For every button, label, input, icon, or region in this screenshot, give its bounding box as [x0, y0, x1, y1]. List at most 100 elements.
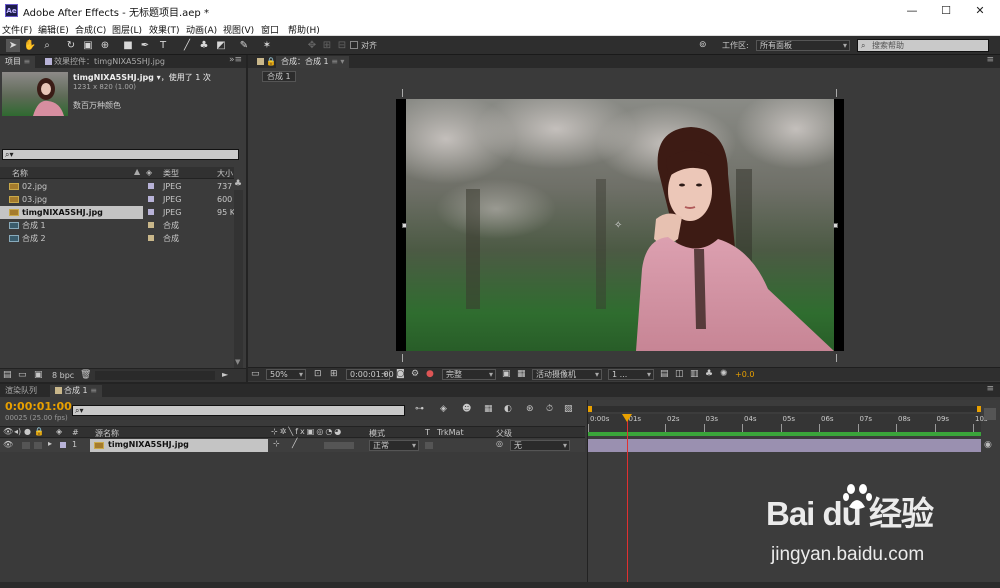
zoom-tool-icon[interactable]: ⌕	[40, 39, 54, 52]
align-checkbox[interactable]	[350, 41, 358, 49]
camera-tool-icon[interactable]: ▣	[81, 39, 95, 52]
workspace-dropdown[interactable]: 所有面板	[756, 40, 850, 51]
layer-shy-icon[interactable]: ⊹	[273, 439, 280, 448]
fit-icon[interactable]: ⊡	[314, 369, 322, 379]
label-color[interactable]	[148, 183, 154, 189]
timeline-zoom-handle[interactable]	[984, 408, 996, 420]
interpret-footage-icon[interactable]: ▤	[3, 370, 12, 380]
axis-world-icon[interactable]: ⊞	[320, 39, 334, 52]
project-scrollbar[interactable]	[234, 190, 243, 368]
label-color[interactable]	[148, 209, 154, 215]
new-folder-icon[interactable]: ▭	[18, 370, 27, 380]
column-parent[interactable]: 父级	[496, 428, 512, 439]
hand-tool-icon[interactable]: ✋	[23, 39, 37, 52]
menu-composition[interactable]: 合成(C)	[75, 23, 106, 36]
vr-glasses-icon[interactable]: ⊚	[699, 40, 713, 50]
snapshot-camera-icon[interactable]: ◙	[396, 369, 405, 379]
menu-view[interactable]: 视图(V)	[223, 23, 254, 36]
label-color[interactable]	[148, 235, 154, 241]
draft-3d-icon[interactable]: ◈	[440, 404, 447, 414]
zoom-dropdown[interactable]: 50%	[266, 369, 306, 380]
layer-visibility-icon[interactable]: 👁	[3, 440, 13, 449]
lock-icon[interactable]: 🔒	[34, 427, 44, 436]
auto-keyframe-icon[interactable]: ⏱	[546, 404, 553, 414]
camera-dropdown[interactable]: 活动摄像机	[532, 369, 602, 380]
close-button[interactable]: ✕	[964, 0, 996, 21]
column-size[interactable]: 大小	[217, 168, 233, 179]
time-ruler[interactable]: 0:00s 01s 02s 03s 04s 05s 06s 07s 08s 09s 10s	[588, 414, 988, 432]
axis-view-icon[interactable]: ⊟	[335, 39, 349, 52]
timeline-search-input[interactable]: ⌕▾	[72, 405, 405, 416]
comp-mini-flowchart-icon[interactable]: ⊶	[415, 404, 424, 414]
menu-layer[interactable]: 图层(L)	[112, 23, 142, 36]
trash-icon[interactable]: 🗑	[80, 370, 91, 380]
list-item[interactable]: 02.jpg JPEG 737	[0, 180, 234, 193]
column-source-name[interactable]: 源名称	[95, 428, 119, 439]
graph-editor-icon[interactable]: ⊛	[526, 404, 534, 414]
list-item[interactable]: 03.jpg JPEG 600	[0, 193, 234, 206]
layer-label-color[interactable]	[60, 442, 66, 448]
resolution-dropdown[interactable]: 完整	[442, 369, 496, 380]
current-time-field[interactable]: 0:00:01:00	[346, 369, 394, 380]
bpc-label[interactable]: 8 bpc	[52, 371, 74, 380]
rotate-tool-icon[interactable]: ↻	[64, 39, 78, 52]
preserve-transparency-toggle[interactable]	[425, 442, 433, 449]
column-name[interactable]: 名称	[12, 168, 28, 179]
column-type[interactable]: 类型	[163, 168, 179, 179]
always-preview-icon[interactable]: ▭	[251, 369, 260, 379]
list-item[interactable]: 合成 1 合成	[0, 219, 234, 232]
layer-parent-dropdown[interactable]: 无	[510, 440, 570, 451]
label-tag-icon[interactable]: ◈	[56, 427, 62, 436]
toggle-pixel-icon[interactable]: ▤	[660, 369, 669, 379]
show-snapshot-icon[interactable]: ⚙	[411, 369, 419, 379]
roto-brush-tool-icon[interactable]: ✎	[237, 39, 251, 52]
playhead-line[interactable]	[626, 414, 628, 588]
flowchart-icon[interactable]: ♣	[705, 369, 713, 379]
list-item-selected[interactable]: timgNIXA5SHJ.jpg JPEG 95 K	[0, 206, 235, 219]
rectangle-tool-icon[interactable]: ■	[121, 39, 135, 52]
playhead-marker[interactable]	[621, 414, 632, 422]
pick-whip-icon[interactable]: ◎	[496, 439, 503, 448]
minimize-button[interactable]: —	[896, 0, 928, 21]
work-area-bar[interactable]	[588, 406, 981, 412]
scroll-down-icon[interactable]: ▼	[235, 358, 240, 366]
work-area-end[interactable]	[977, 406, 981, 412]
layer-switches[interactable]	[324, 442, 354, 449]
scroll-right-icon[interactable]: ►	[222, 370, 228, 379]
exposure-icon[interactable]: ✺	[720, 369, 728, 379]
column-trkmat[interactable]: TrkMat	[437, 428, 464, 437]
clone-stamp-tool-icon[interactable]: ♣	[197, 39, 211, 52]
list-item[interactable]: 合成 2 合成	[0, 232, 234, 245]
fast-preview-icon[interactable]: ◫	[675, 369, 684, 379]
new-composition-icon[interactable]: ▣	[34, 370, 43, 380]
channels-icon[interactable]: ●	[426, 369, 434, 379]
timeline-current-time[interactable]: 0:00:01:00	[5, 400, 72, 413]
exposure-value[interactable]: +0.0	[735, 370, 754, 379]
panel-menu-icon[interactable]: »≡	[229, 55, 242, 65]
layer-quality-icon[interactable]: ╱	[292, 439, 297, 449]
pan-behind-tool-icon[interactable]: ⊕	[98, 39, 112, 52]
audio-icon[interactable]: ◂)	[14, 427, 21, 436]
safe-zones-icon[interactable]: ⊞	[330, 369, 338, 379]
transparency-grid-icon[interactable]: ▦	[517, 369, 526, 379]
table-row[interactable]: 👁 ▸ 1 timgNIXA5SHJ.jpg ⊹ ╱ 正常 ◎ 无	[0, 439, 585, 452]
brush-tool-icon[interactable]: ╱	[180, 39, 194, 52]
menu-effect[interactable]: 效果(T)	[149, 23, 180, 36]
solo-icon[interactable]: ●	[24, 427, 31, 436]
layer-mode-dropdown[interactable]: 正常	[369, 440, 419, 451]
timeline-icon[interactable]: ▥	[690, 369, 699, 379]
hide-shy-icon[interactable]: ☻	[462, 404, 471, 414]
layer-handle-left[interactable]	[402, 223, 407, 228]
work-area-start[interactable]	[588, 406, 592, 412]
panel-menu-icon[interactable]: ≡	[986, 55, 994, 65]
project-search-input[interactable]: ⌕▾	[2, 149, 239, 160]
anchor-point-icon[interactable]: ✧	[614, 220, 622, 231]
panel-menu-icon[interactable]: ≡	[986, 384, 994, 394]
layer-solo-toggle[interactable]	[22, 442, 30, 449]
expand-arrow-icon[interactable]: ▸	[48, 439, 52, 448]
label-color[interactable]	[148, 222, 154, 228]
layer-duration-bar[interactable]	[588, 439, 981, 452]
selection-tool-icon[interactable]: ➤	[6, 39, 20, 52]
views-dropdown[interactable]: 1 ...	[608, 369, 654, 380]
tab-composition[interactable]: 合成：合成 1 ≡ ▾	[276, 56, 350, 68]
